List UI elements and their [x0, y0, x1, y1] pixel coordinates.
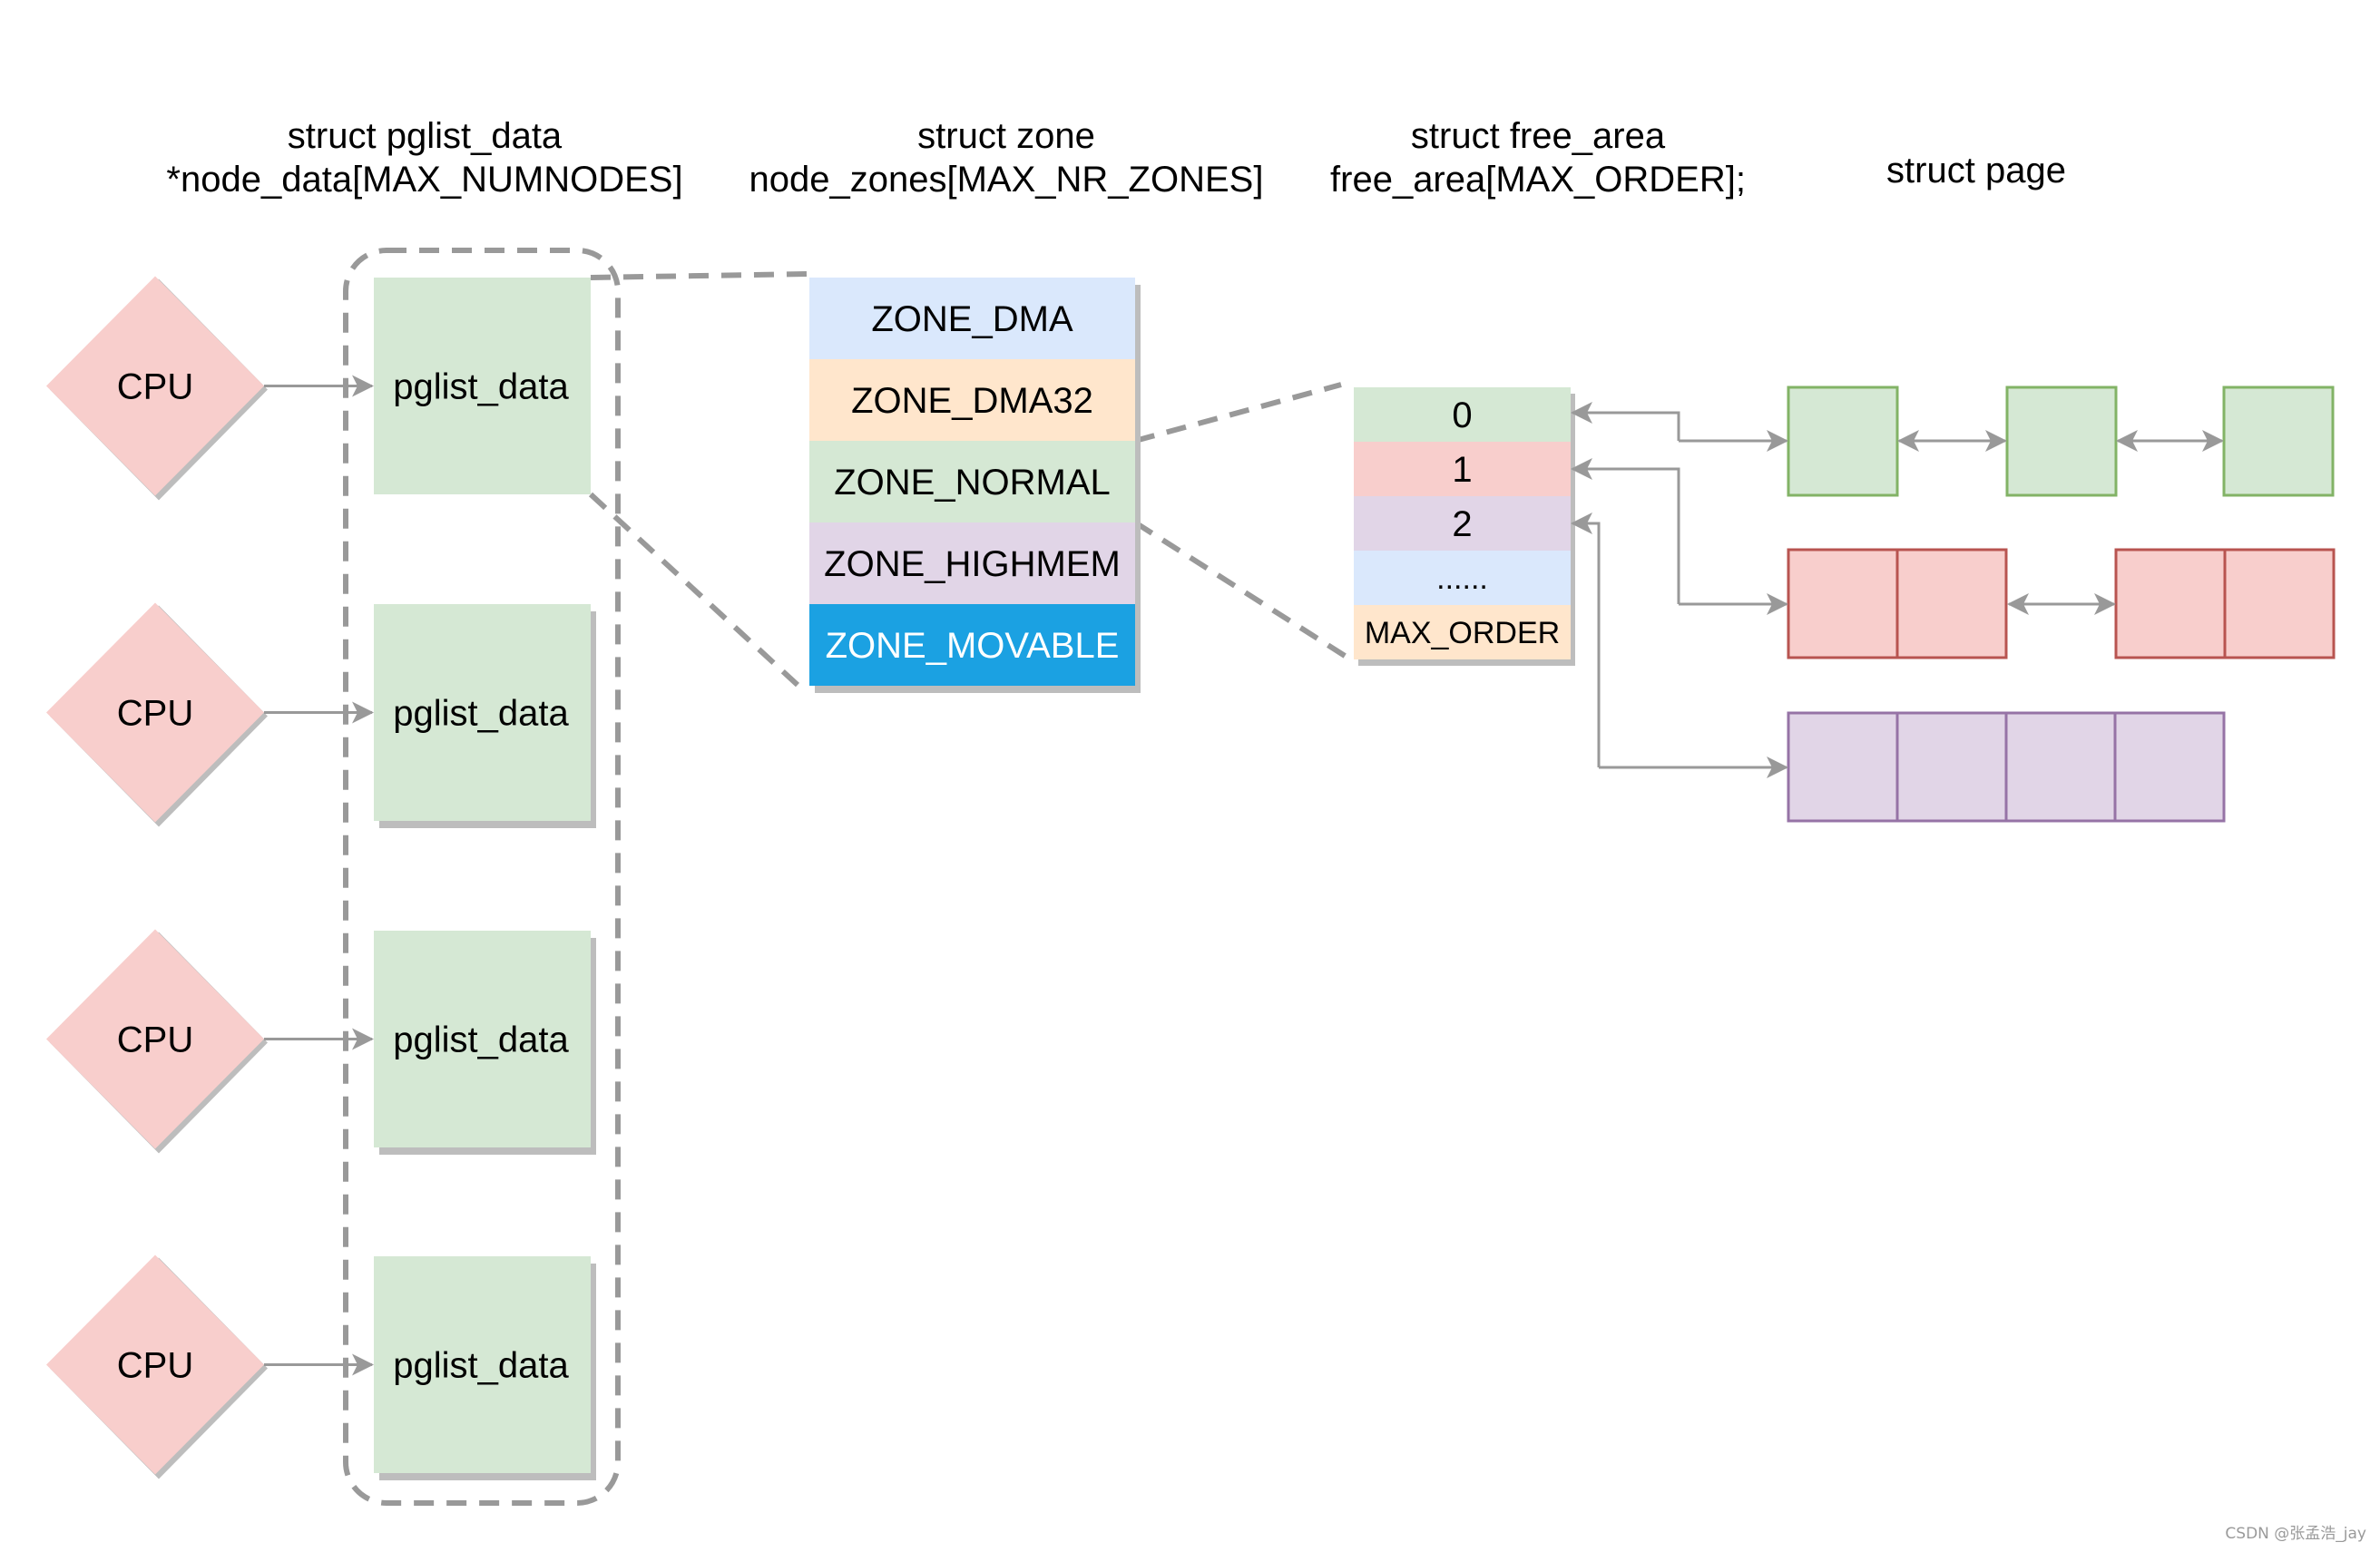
cpu-label: CPU	[117, 367, 193, 407]
pglist-title-line1: struct pglist_data	[288, 116, 563, 156]
page-title: struct page	[1886, 151, 2066, 190]
free-area-label: MAX_ORDER	[1365, 616, 1560, 650]
zoom-line-pglist-zone-bottom	[588, 492, 801, 688]
page-frame	[1895, 711, 2008, 823]
zone-label: ZONE_HIGHMEM	[824, 544, 1121, 584]
zone-title-line2: node_zones[MAX_NR_ZONES]	[749, 160, 1264, 200]
pglist-data-label: pglist_data	[393, 1020, 569, 1060]
page-frame	[2223, 548, 2336, 659]
connector-order0-back	[1571, 402, 1680, 441]
node-row: CPU pglist_data	[46, 602, 596, 828]
zone-label: ZONE_DMA	[871, 299, 1073, 339]
cpu-label: CPU	[117, 694, 193, 734]
zoom-line-pglist-zone-top	[590, 271, 810, 280]
cpu-label: CPU	[117, 1346, 193, 1386]
page-frame	[1787, 711, 1899, 823]
free-area-title-line1: struct free_area	[1411, 116, 1666, 156]
free-area-label: 2	[1452, 504, 1472, 544]
zone-label: ZONE_MOVABLE	[826, 626, 1120, 666]
zone-label: ZONE_DMA32	[851, 381, 1093, 421]
node-row: CPU pglist_data	[46, 276, 591, 501]
pglist-data-label: pglist_data	[393, 1346, 569, 1386]
memory-layout-diagram: struct pglist_data *node_data[MAX_NUMNOD…	[46, 116, 2366, 1543]
node-row: CPU pglist_data	[46, 1254, 596, 1480]
page-frame	[1787, 548, 1899, 659]
page-list-order-0	[1787, 386, 2335, 497]
node-row: CPU pglist_data	[46, 929, 596, 1155]
free-area-table: 0 1 2...... MAX_ORDER	[1354, 387, 1575, 666]
pglist-title-line2: *node_data[MAX_NUMNODES]	[166, 160, 682, 200]
free-area-label: ......	[1436, 561, 1488, 596]
page-frame	[1895, 548, 2008, 659]
zoom-line-zone-freearea-bottom	[1133, 520, 1354, 663]
zoom-line-zone-freearea-top	[1134, 382, 1342, 444]
page-frame	[2113, 711, 2226, 823]
page-frame	[2005, 386, 2118, 497]
connector-order1-back	[1571, 458, 1680, 604]
page-frame	[2114, 548, 2227, 659]
pglist-data-label: pglist_data	[393, 694, 569, 734]
page-frame	[2004, 711, 2117, 823]
free-area-title-line2: free_area[MAX_ORDER];	[1330, 160, 1746, 200]
zone-table: ZONE_DMA ZONE_DMA32 ZONE_NORMAL ZONE_HIGHME…	[809, 278, 1141, 693]
free-area-label: 0	[1452, 395, 1472, 435]
nodes-layer: CPU pglist_data CPU pglist_data CPU pglist_da…	[46, 276, 596, 1480]
cpu-label: CPU	[117, 1020, 193, 1060]
watermark: CSDN @张孟浩_jay	[2225, 1525, 2366, 1543]
page-frame	[2222, 386, 2335, 497]
free-area-label: 1	[1452, 450, 1472, 490]
zone-label: ZONE_NORMAL	[834, 463, 1111, 503]
page-list-order-2	[1787, 711, 2226, 823]
page-frame	[1787, 386, 1899, 497]
pglist-data-label: pglist_data	[393, 367, 569, 407]
zone-title-line1: struct zone	[917, 116, 1095, 156]
connector-order2-back	[1571, 512, 1601, 767]
